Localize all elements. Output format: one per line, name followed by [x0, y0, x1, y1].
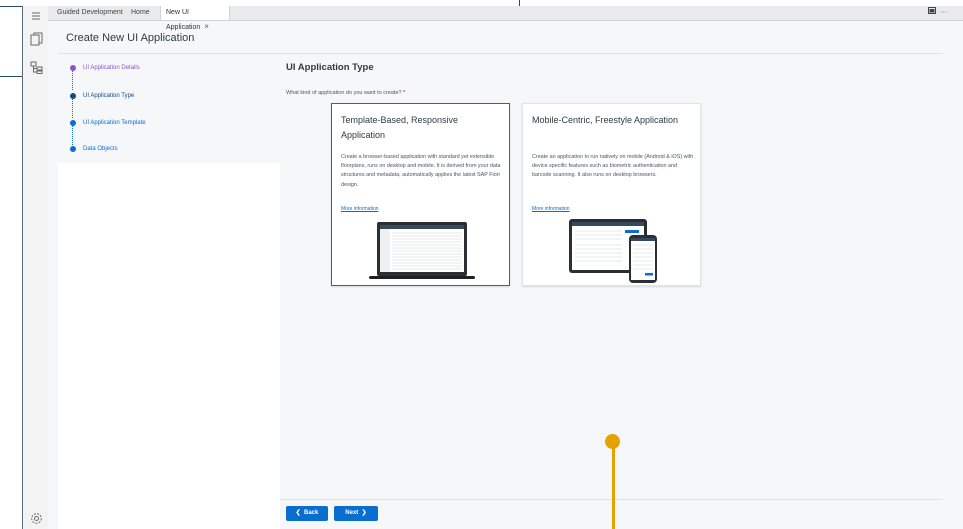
tab-bar: Guided Development Home New UI Applicati… [48, 6, 963, 31]
devices-illustration [569, 219, 657, 283]
step-label: UI Application Type [83, 93, 135, 99]
card-mobile-centric-application[interactable]: Mobile-Centric, Freestyle Application Cr… [522, 103, 701, 286]
hamburger-icon[interactable] [27, 7, 45, 25]
card-description: Create an application to run natively on… [532, 154, 694, 179]
step-label: UI Application Template [83, 120, 146, 126]
close-icon[interactable]: × [204, 22, 209, 31]
annotation-marker-dot [605, 434, 620, 449]
required-mark: * [403, 90, 406, 96]
wizard-steps-empty-area [58, 163, 280, 529]
step-indicator-dot [70, 93, 76, 99]
question-text: What kind of application do you want to … [286, 90, 402, 96]
next-button-label: Next [345, 510, 359, 516]
divider [58, 53, 943, 54]
annotation-marker-line [612, 441, 615, 529]
card-description: Create a browser-based application with … [341, 154, 501, 188]
step-label: UI Application Details [83, 65, 140, 71]
step-label: Data Objects [83, 146, 118, 152]
layout-icon[interactable] [928, 7, 936, 16]
laptop-illustration [369, 222, 475, 279]
back-button[interactable]: ❮ Back [286, 506, 328, 521]
editor-actions: ··· [928, 7, 947, 16]
card-title: Mobile-Centric, Freestyle Application [532, 115, 679, 125]
tab-guided-development[interactable]: Guided Development [52, 6, 128, 20]
tab-label: Guided Development [57, 9, 123, 16]
activity-bar [22, 6, 49, 529]
card-title: Template-Based, Responsive Application [341, 115, 459, 140]
card-template-based-application[interactable]: Template-Based, Responsive Application C… [331, 103, 510, 286]
page-title: Create New UI Application [66, 32, 195, 44]
step-connector [72, 99, 73, 118]
question-label: What kind of application do you want to … [286, 90, 405, 96]
step-indicator-dot [70, 146, 76, 152]
next-button[interactable]: Next ❯ [334, 506, 378, 521]
files-icon[interactable] [27, 32, 45, 50]
back-button-label: Back [304, 510, 319, 516]
chevron-right-icon: ❯ [361, 510, 367, 516]
step-indicator-dot [70, 65, 76, 71]
step-indicator-dot [70, 120, 76, 126]
tab-label: Home [131, 9, 150, 16]
tab-new-ui-application[interactable]: New UI Application × [160, 6, 230, 31]
section-title: UI Application Type [286, 62, 374, 73]
more-information-link[interactable]: More information [532, 206, 570, 212]
tree-icon[interactable] [27, 60, 45, 78]
more-information-link[interactable]: More information [341, 206, 379, 212]
gear-icon[interactable] [27, 511, 45, 529]
tab-home[interactable]: Home [126, 6, 155, 20]
step-connector [72, 126, 73, 145]
ellipsis-icon[interactable]: ··· [940, 9, 947, 16]
chevron-left-icon: ❮ [295, 510, 301, 516]
tab-label: New UI Application [166, 9, 201, 31]
step-connector [72, 71, 73, 90]
